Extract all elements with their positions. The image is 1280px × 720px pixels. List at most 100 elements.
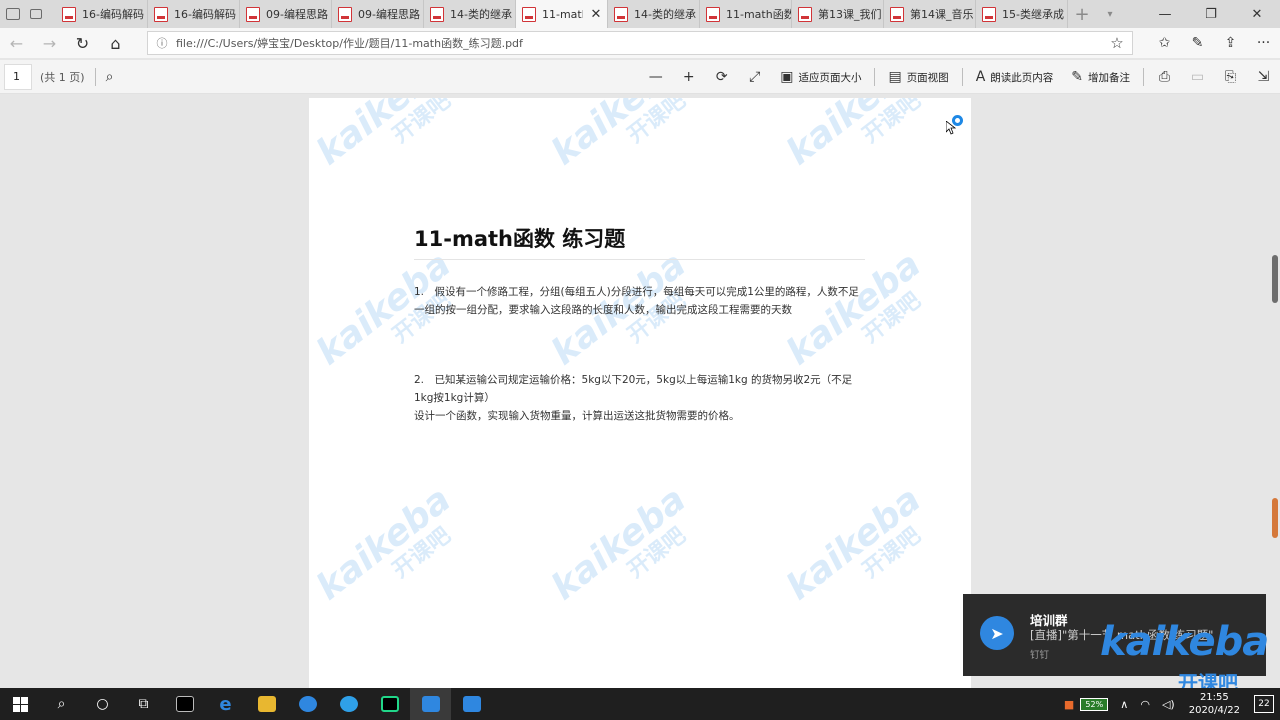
tab[interactable]: 14-类的继承 xyxy=(608,0,700,28)
url-text[interactable]: file:///C:/Users/婷宝宝/Desktop/作业/题目/11-ma… xyxy=(176,35,1102,51)
edge-app-icon[interactable]: e xyxy=(205,688,246,720)
share-icon[interactable]: ⇪ xyxy=(1214,28,1247,58)
pdf-toolbar: 1 (共 1 页) ⌕ — + ⟳ ⤢ ▣ 适应页面大小 ▤ 页面视图 A 朗读此页内… xyxy=(0,60,1280,94)
question-2-task: 设计一个函数，实现输入货物重量，计算出运送这批货物需要的价格。 xyxy=(414,410,740,422)
pdf-file-icon xyxy=(62,6,76,22)
watermark-logo: kaikeba 开课吧 xyxy=(779,98,929,174)
tab[interactable]: 16-编码解码 xyxy=(148,0,240,28)
video-app-icon[interactable] xyxy=(451,688,492,720)
page-view-icon: ▤ xyxy=(888,69,902,85)
battery-indicator[interactable]: 52% xyxy=(1080,697,1109,711)
clock[interactable]: 21:55 2020/4/22 xyxy=(1181,691,1248,717)
tab[interactable]: 第13课_我们 xyxy=(792,0,884,28)
page-view-label: 页面视图 xyxy=(906,71,949,84)
zoom-in-button[interactable]: + xyxy=(672,60,705,94)
browser-app-icon[interactable] xyxy=(328,688,369,720)
forward-arrow-icon[interactable]: → xyxy=(33,28,66,58)
print-icon: ⎙ xyxy=(1158,69,1171,85)
pdf-file-icon xyxy=(982,6,996,22)
dingtalk-app-icon[interactable] xyxy=(410,688,451,720)
title-divider xyxy=(414,259,865,260)
pen-icon: ✎ xyxy=(1071,69,1083,85)
set-aside-tabs-icon[interactable] xyxy=(30,9,42,19)
pdf-page: kaikeba 开课吧 kaikeba 开课吧 kaikeba 开课吧 kaikeba… xyxy=(309,98,971,693)
save-button[interactable]: ▭ xyxy=(1181,60,1214,94)
tab-label: 第14课_音乐 xyxy=(910,8,974,21)
volume-icon[interactable]: ◁) xyxy=(1156,698,1181,711)
search-icon[interactable]: ⌕ xyxy=(106,69,114,85)
fit-page-button[interactable]: ▣ 适应页面大小 xyxy=(771,60,870,94)
more-icon[interactable]: ··· xyxy=(1247,28,1280,58)
close-window-button[interactable]: ✕ xyxy=(1234,0,1280,28)
watermark-logo: kaikeba 开课吧 xyxy=(544,478,694,609)
tab[interactable]: 16-编码解码 xyxy=(56,0,148,28)
divider xyxy=(874,68,876,86)
fullscreen-button[interactable]: ⤢ xyxy=(738,60,771,94)
tab[interactable]: 11-math函数 xyxy=(700,0,792,28)
info-icon[interactable]: ⓘ xyxy=(148,35,176,51)
action-center-button[interactable]: 22 xyxy=(1254,695,1274,713)
refresh-icon[interactable]: ↻ xyxy=(66,28,99,58)
home-icon[interactable]: ⌂ xyxy=(99,28,132,58)
tab[interactable]: 09-编程思路 xyxy=(332,0,424,28)
pdf-file-icon xyxy=(890,6,904,22)
tab-label: 15-类继承成 xyxy=(1002,8,1064,21)
save-as-button[interactable]: ⎘ xyxy=(1214,60,1247,94)
close-tab-icon[interactable]: ✕ xyxy=(589,7,603,22)
scrollbar-thumb[interactable] xyxy=(1272,255,1278,303)
expand-icon: ⤢ xyxy=(749,69,761,85)
search-icon[interactable]: ⌕ xyxy=(41,688,82,720)
file-explorer-icon[interactable] xyxy=(246,688,287,720)
favorite-star-icon[interactable]: ☆ xyxy=(1102,34,1132,52)
show-hidden-icons-chevron-icon[interactable]: ∧ xyxy=(1114,698,1134,711)
tab-label: 14-类的继承 xyxy=(634,8,696,21)
tab[interactable]: 14-类的继承 xyxy=(424,0,516,28)
tabs-aside-icon[interactable] xyxy=(6,8,20,20)
tab-bar: 16-编码解码 16-编码解码 09-编程思路 09-编程思路 14-类的继承 … xyxy=(0,0,1280,28)
pdf-file-icon xyxy=(522,6,536,22)
zoom-out-button[interactable]: — xyxy=(639,60,672,94)
rotate-button[interactable]: ⟳ xyxy=(705,60,738,94)
page-view-button[interactable]: ▤ 页面视图 xyxy=(879,60,957,94)
windows-logo-icon xyxy=(13,696,28,712)
system-tray: ■ 52% ∧ ◠ ◁) 21:55 2020/4/22 22 xyxy=(1058,688,1280,720)
pdf-file-icon xyxy=(706,6,720,22)
document-title: 11-math函数 练习题 xyxy=(414,227,626,251)
minimize-button[interactable]: — xyxy=(1142,0,1188,28)
qq-app-icon[interactable] xyxy=(287,688,328,720)
watermark-logo: kaikeba 开课吧 xyxy=(309,478,459,609)
cortana-icon[interactable]: ○ xyxy=(82,688,123,720)
url-field[interactable]: ⓘ file:///C:/Users/婷宝宝/Desktop/作业/题目/11-… xyxy=(147,31,1133,55)
pdf-file-icon xyxy=(798,6,812,22)
tab[interactable]: 15-类继承成 xyxy=(976,0,1068,28)
back-arrow-icon[interactable]: ← xyxy=(0,28,33,58)
pycharm-app-icon[interactable] xyxy=(369,688,410,720)
pdf-file-icon xyxy=(246,6,260,22)
notification-app: 钉钉 xyxy=(1030,650,1050,661)
fit-page-icon: ▣ xyxy=(780,69,794,85)
terminal-app-icon[interactable] xyxy=(164,688,205,720)
loading-spinner-icon xyxy=(952,115,963,126)
pdf-file-icon xyxy=(154,6,168,22)
tray-app-icon[interactable]: ■ xyxy=(1058,698,1080,711)
task-view-icon[interactable]: ⧉ xyxy=(123,688,164,720)
pin-toolbar-button[interactable]: ⇲ xyxy=(1247,60,1280,94)
restore-button[interactable]: ❐ xyxy=(1188,0,1234,28)
scrollbar-marker[interactable] xyxy=(1272,498,1278,538)
tab[interactable]: 09-编程思路 xyxy=(240,0,332,28)
tab[interactable]: 第14课_音乐 xyxy=(884,0,976,28)
read-aloud-button[interactable]: A 朗读此页内容 xyxy=(967,60,1063,94)
pdf-file-icon xyxy=(338,6,352,22)
favorites-icon[interactable]: ✩ xyxy=(1148,28,1181,58)
add-notes-button[interactable]: ✎ 增加备注 xyxy=(1062,60,1139,94)
tab-list-chevron-icon[interactable]: ▾ xyxy=(1096,0,1124,28)
tab-active[interactable]: 11-math ✕ xyxy=(516,0,608,28)
print-button[interactable]: ⎙ xyxy=(1148,60,1181,94)
new-tab-button[interactable]: + xyxy=(1068,0,1096,28)
web-note-icon[interactable]: ✎ xyxy=(1181,28,1214,58)
wifi-icon[interactable]: ◠ xyxy=(1134,698,1156,711)
page-number-input[interactable]: 1 xyxy=(4,63,32,90)
watermark-logo: kaikeba 开课吧 xyxy=(309,98,459,174)
question-2: 2. 已知某运输公司规定运输价格：5kg以下20元，5kg以上每运输1kg 的货… xyxy=(414,374,853,404)
start-button[interactable] xyxy=(0,688,41,720)
